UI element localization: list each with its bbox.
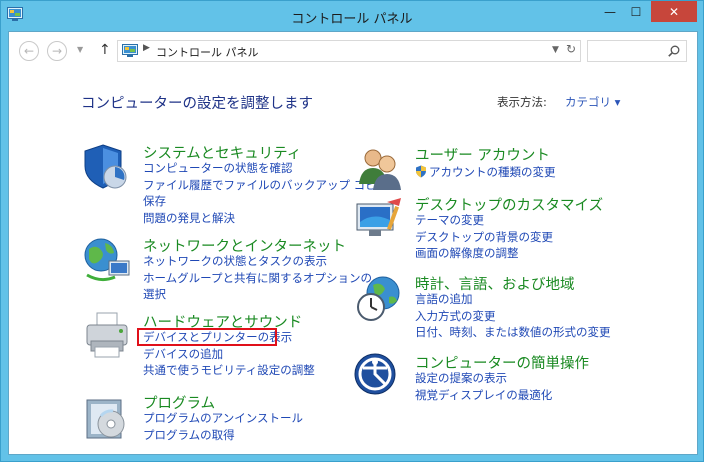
control-panel-window: コントロール パネル — ☐ ✕ ← → ▼ ↑ ▶ コントロール パネル ▼ xyxy=(0,0,704,462)
close-button[interactable]: ✕ xyxy=(651,1,697,22)
recent-locations-button[interactable]: ▼ xyxy=(77,45,83,54)
maximize-button[interactable]: ☐ xyxy=(623,1,649,22)
content-area: ← → ▼ ↑ ▶ コントロール パネル ▼ ↻ コンピューターの設定を調整しま… xyxy=(8,31,698,455)
link-network-status-tasks[interactable]: ネットワークの状態とタスクの表示 xyxy=(143,253,327,269)
link-add-language[interactable]: 言語の追加 xyxy=(415,291,473,307)
link-change-desktop-background[interactable]: デスクトップの背景の変更 xyxy=(415,229,553,245)
link-optimize-visual-display[interactable]: 視覚ディスプレイの最適化 xyxy=(415,387,552,403)
category-desktop-customization: デスクトップのカスタマイズ テーマの変更 デスクトップの背景の変更 画面の解像度… xyxy=(353,194,653,262)
refresh-button[interactable]: ↻ xyxy=(566,42,580,60)
forward-button[interactable]: → xyxy=(47,41,67,61)
category-programs: プログラム プログラムのアンインストール プログラムの取得 xyxy=(81,392,361,452)
category-system-security: システムとセキュリティ コンピューターの状態を確認 ファイル履歴でファイルのバッ… xyxy=(81,142,400,232)
search-input[interactable] xyxy=(587,40,687,62)
printer-icon[interactable] xyxy=(81,311,133,363)
control-panel-icon xyxy=(122,44,138,57)
category-user-accounts: ユーザー アカウント アカウントの種類の変更 xyxy=(353,144,653,190)
uac-shield-icon xyxy=(416,165,426,178)
breadcrumb-control-panel[interactable]: コントロール パネル xyxy=(156,44,259,60)
category-clock-language-region: 時計、言語、および地域 言語の追加 入力方式の変更 日付、時刻、または数値の形式… xyxy=(353,273,673,341)
link-let-windows-suggest-settings[interactable]: 設定の提案の表示 xyxy=(415,370,507,386)
breadcrumb-separator-icon[interactable]: ▶ xyxy=(143,43,150,53)
address-toolbar: ← → ▼ ↑ ▶ コントロール パネル ▼ ↻ xyxy=(9,32,697,70)
link-get-programs[interactable]: プログラムの取得 xyxy=(143,427,235,443)
desktop-brush-icon[interactable] xyxy=(353,194,405,246)
category-network-internet: ネットワークとインターネット ネットワークの状態とタスクの表示 ホームグループと… xyxy=(81,235,372,305)
network-globe-icon[interactable] xyxy=(81,235,133,287)
up-button[interactable]: ↑ xyxy=(99,42,111,58)
clock-globe-icon[interactable] xyxy=(353,273,405,325)
link-homegroup-sharing[interactable]: ホームグループと共有に関するオプションの xyxy=(143,270,372,286)
title-bar[interactable]: コントロール パネル — ☐ ✕ xyxy=(1,1,703,31)
link-mobility-settings[interactable]: 共通で使うモビリティ設定の調整 xyxy=(143,362,315,378)
link-add-device[interactable]: デバイスの追加 xyxy=(143,346,223,362)
security-shield-icon[interactable] xyxy=(81,142,133,194)
address-bar[interactable]: ▶ コントロール パネル ▼ ↻ xyxy=(117,40,581,62)
search-icon[interactable] xyxy=(668,45,680,57)
users-icon[interactable] xyxy=(353,144,405,196)
link-change-input-method[interactable]: 入力方式の変更 xyxy=(415,308,496,324)
address-dropdown-button[interactable]: ▼ xyxy=(552,45,559,55)
link-check-computer-status[interactable]: コンピューターの状態を確認 xyxy=(143,160,293,176)
category-ease-of-access: コンピューターの簡単操作 設定の提案の表示 視覚ディスプレイの最適化 xyxy=(353,352,653,408)
category-hardware-sound: ハードウェアとサウンド デバイスとプリンターの表示 デバイスの追加 共通で使うモ… xyxy=(81,311,361,383)
category-title-user-accounts[interactable]: ユーザー アカウント xyxy=(415,144,550,165)
view-by-label: 表示方法: xyxy=(497,95,547,109)
link-find-fix-problems[interactable]: 問題の発見と解決 xyxy=(143,210,235,226)
minimize-button[interactable]: — xyxy=(597,1,623,22)
back-button[interactable]: ← xyxy=(19,41,39,61)
link-homegroup-sharing-cont[interactable]: 選択 xyxy=(143,286,166,302)
link-change-theme[interactable]: テーマの変更 xyxy=(415,212,484,228)
highlight-annotation xyxy=(137,328,277,346)
programs-disc-icon[interactable] xyxy=(81,392,133,444)
link-uninstall-program[interactable]: プログラムのアンインストール xyxy=(143,410,303,426)
page-title: コンピューターの設定を調整します xyxy=(81,96,313,112)
link-file-history-backup-cont[interactable]: 保存 xyxy=(143,193,166,209)
link-change-account-type-label: アカウントの種類の変更 xyxy=(429,165,556,179)
ease-of-access-icon[interactable] xyxy=(353,352,405,404)
link-adjust-screen-resolution[interactable]: 画面の解像度の調整 xyxy=(415,245,519,261)
link-change-account-type[interactable]: アカウントの種類の変更 xyxy=(415,164,556,180)
view-by-dropdown[interactable]: カテゴリ ▾ xyxy=(565,94,620,110)
link-change-date-time-format[interactable]: 日付、時刻、または数値の形式の変更 xyxy=(415,324,611,340)
